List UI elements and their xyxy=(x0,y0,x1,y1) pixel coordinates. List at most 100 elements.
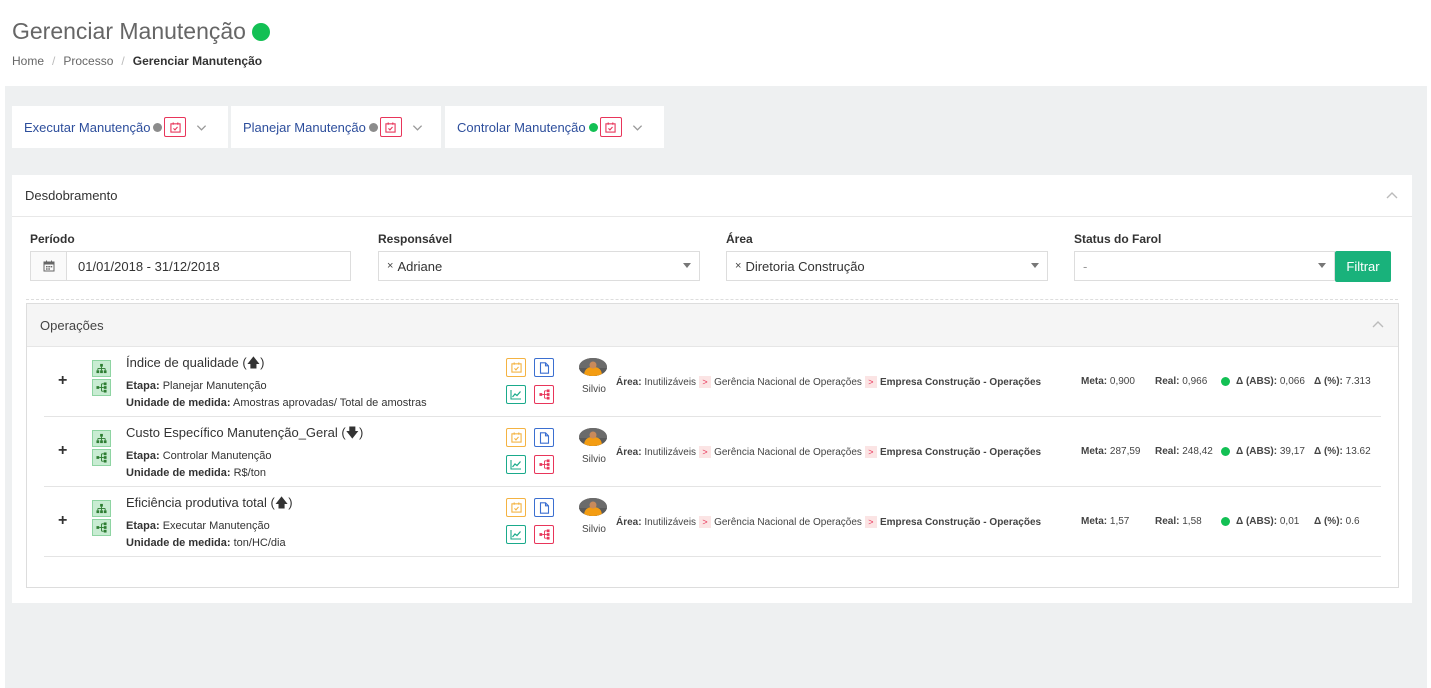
pct-delta: Δ (%): 7.313 xyxy=(1314,376,1371,387)
dropdown-arrow-icon xyxy=(683,263,691,268)
chevron-down-icon[interactable] xyxy=(196,122,207,133)
etapa-value: Planejar Manutenção xyxy=(162,380,267,392)
meta-label: Meta: xyxy=(1081,446,1108,457)
abs-delta: Δ (ABS): 0,066 xyxy=(1221,376,1305,387)
branch-icon[interactable] xyxy=(92,519,111,536)
area-path-label: Área: xyxy=(616,446,642,458)
action-icons xyxy=(506,498,554,544)
unidade-value: R$/ton xyxy=(233,467,267,479)
area-path: Área: Inutilizáveis > Gerência Nacional … xyxy=(616,516,1041,528)
status-farol-value: - xyxy=(1083,258,1088,274)
remove-tag-icon[interactable]: × xyxy=(735,260,741,272)
meta-value: Meta: 0,900 xyxy=(1081,376,1135,387)
calendar-icon[interactable] xyxy=(506,358,526,377)
branch-icon[interactable] xyxy=(92,379,111,396)
chevron-down-icon[interactable] xyxy=(412,122,423,133)
operacao-etapa: Etapa: Controlar Manutenção xyxy=(126,450,272,462)
meta-value: Meta: 287,59 xyxy=(1081,446,1141,457)
area-path-item: Empresa Construção - Operações xyxy=(879,376,1042,388)
real-number: 248,42 xyxy=(1182,446,1213,457)
breadcrumb: Home / Processo / Gerenciar Manutenção xyxy=(12,54,262,68)
tree-icons xyxy=(92,360,111,396)
area-value: Diretoria Construção xyxy=(745,258,865,274)
expand-plus-icon[interactable]: + xyxy=(58,442,67,460)
meta-label: Meta: xyxy=(1081,376,1108,387)
operacao-row: + Eficiência produtiva total (🡅) Etapa: … xyxy=(44,488,1381,557)
filtrar-button[interactable]: Filtrar xyxy=(1335,251,1391,282)
real-number: 1,58 xyxy=(1182,516,1202,527)
unidade-value: Amostras aprovadas/ Total de amostras xyxy=(232,397,427,409)
calendar-icon[interactable] xyxy=(506,428,526,447)
etapa-label: Etapa: xyxy=(126,380,160,392)
line-chart-icon[interactable] xyxy=(506,455,526,474)
abs-delta: Δ (ABS): 0,01 xyxy=(1221,516,1299,527)
line-chart-icon[interactable] xyxy=(506,525,526,544)
tab-planejar-manutencao[interactable]: Planejar Manutenção xyxy=(231,106,441,148)
tab-label: Executar Manutenção xyxy=(24,119,151,135)
status-dot-icon xyxy=(1221,377,1230,386)
area-path-item: Gerência Nacional de Operações xyxy=(714,516,862,528)
pct-label: Δ (%): xyxy=(1314,516,1343,527)
chevron-up-icon[interactable] xyxy=(1386,191,1398,199)
calendar-icon xyxy=(31,252,67,280)
status-farol-select[interactable]: - xyxy=(1074,251,1335,281)
abs-number: 0,066 xyxy=(1279,376,1305,387)
area-path-item: Empresa Construção - Operações xyxy=(879,446,1042,458)
unidade-label: Unidade de medida: xyxy=(126,467,231,479)
remove-tag-icon[interactable]: × xyxy=(387,260,393,272)
document-icon[interactable] xyxy=(534,428,554,447)
area-path-item: Inutilizáveis xyxy=(644,446,697,458)
operacao-title: Eficiência produtiva total (🡅) xyxy=(126,495,293,510)
breadcrumb-processo[interactable]: Processo xyxy=(63,54,113,68)
operacoes-panel: Operações + Índice de qualidade (🡅) Etap… xyxy=(26,303,1399,588)
pct-number: 13.62 xyxy=(1345,446,1371,457)
divider xyxy=(26,299,1398,300)
hierarchy-icon[interactable] xyxy=(92,360,111,377)
tab-controlar-manutencao[interactable]: Controlar Manutenção xyxy=(445,106,664,148)
operacoes-header[interactable]: Operações xyxy=(27,304,1398,347)
responsavel-select[interactable]: × Adriane xyxy=(378,251,700,281)
calendar-icon[interactable] xyxy=(506,498,526,517)
avatar xyxy=(579,358,607,376)
responsavel-name: Silvio xyxy=(582,384,606,395)
periodo-date-range[interactable]: 01/01/2018 - 31/12/2018 xyxy=(30,251,351,281)
action-icons xyxy=(506,428,554,474)
abs-number: 39,17 xyxy=(1279,446,1305,457)
expand-plus-icon[interactable]: + xyxy=(58,372,67,390)
hierarchy-icon[interactable] xyxy=(92,500,111,517)
area-path-label: Área: xyxy=(616,516,642,528)
pct-label: Δ (%): xyxy=(1314,376,1343,387)
pct-number: 7.313 xyxy=(1345,376,1371,387)
tab-label: Controlar Manutenção xyxy=(457,119,586,135)
expand-plus-icon[interactable]: + xyxy=(58,512,67,530)
dropdown-arrow-icon xyxy=(1031,263,1039,268)
line-chart-icon[interactable] xyxy=(506,385,526,404)
abs-delta: Δ (ABS): 39,17 xyxy=(1221,446,1305,457)
document-icon[interactable] xyxy=(534,498,554,517)
branch-icon[interactable] xyxy=(534,525,554,544)
page-title: Gerenciar Manutenção xyxy=(12,18,270,45)
meta-label: Meta: xyxy=(1081,516,1108,527)
tab-status-dot-icon xyxy=(588,122,598,132)
periodo-label: Período xyxy=(30,232,75,246)
area-select[interactable]: × Diretoria Construção xyxy=(726,251,1048,281)
hierarchy-icon[interactable] xyxy=(92,430,111,447)
tab-executar-manutencao[interactable]: Executar Manutenção xyxy=(12,106,228,148)
branch-icon[interactable] xyxy=(534,455,554,474)
panel-title: Operações xyxy=(40,317,104,333)
abs-label: Δ (ABS): xyxy=(1236,376,1278,387)
chevron-down-icon[interactable] xyxy=(632,122,643,133)
desdobramento-header[interactable]: Desdobramento xyxy=(12,175,1412,217)
action-icons xyxy=(506,358,554,404)
chevron-up-icon[interactable] xyxy=(1372,320,1384,328)
breadcrumb-home[interactable]: Home xyxy=(12,54,44,68)
calendar-icon[interactable] xyxy=(599,117,622,137)
calendar-icon[interactable] xyxy=(164,117,187,137)
branch-icon[interactable] xyxy=(534,385,554,404)
branch-icon[interactable] xyxy=(92,449,111,466)
dropdown-arrow-icon xyxy=(1318,263,1326,268)
tab-label: Planejar Manutenção xyxy=(243,119,366,135)
calendar-icon[interactable] xyxy=(379,117,402,137)
document-icon[interactable] xyxy=(534,358,554,377)
area-path-item: Gerência Nacional de Operações xyxy=(714,446,862,458)
